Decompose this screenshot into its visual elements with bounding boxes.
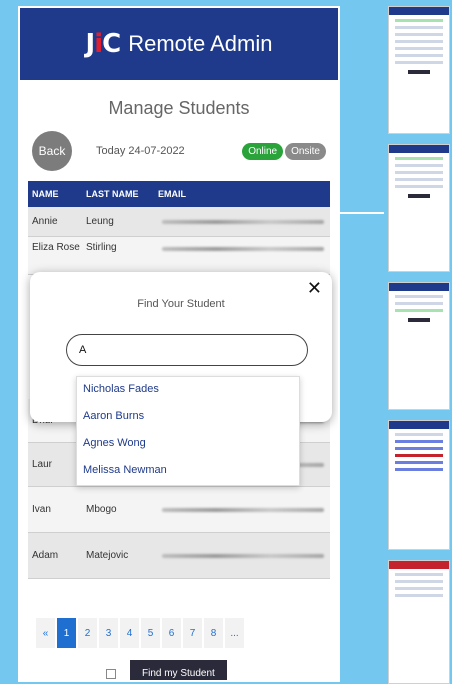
cell-email-redacted bbox=[158, 533, 330, 579]
thumb-line bbox=[395, 178, 443, 181]
thumb-line bbox=[395, 573, 443, 576]
thumb-line bbox=[395, 468, 443, 471]
thumb-line bbox=[395, 185, 443, 188]
page-more[interactable]: ... bbox=[225, 618, 244, 648]
student-search-input[interactable] bbox=[66, 334, 308, 366]
thumbnail-screen-4[interactable] bbox=[388, 420, 450, 550]
close-icon[interactable]: ✕ bbox=[307, 278, 322, 299]
select-checkbox[interactable] bbox=[106, 668, 116, 679]
thumbnail-screen-2[interactable] bbox=[388, 144, 450, 272]
thumb-line bbox=[395, 594, 443, 597]
cell-email-redacted bbox=[158, 487, 330, 533]
thumb-line bbox=[395, 61, 443, 64]
cell-name: Eliza Rose bbox=[32, 242, 80, 253]
thumb-line bbox=[395, 302, 443, 305]
back-button[interactable]: Back bbox=[32, 131, 72, 171]
thumb-line bbox=[395, 171, 443, 174]
page-prev[interactable]: « bbox=[36, 618, 55, 648]
thumb-line bbox=[395, 157, 443, 160]
thumb-line bbox=[395, 309, 443, 312]
header-last-name: LAST NAME bbox=[86, 189, 139, 199]
thumb-button bbox=[408, 70, 430, 74]
page-7[interactable]: 7 bbox=[183, 618, 202, 648]
header-email: EMAIL bbox=[158, 189, 186, 199]
page-title: Manage Students bbox=[108, 98, 250, 118]
suggestion-item[interactable]: Melissa Newman bbox=[77, 458, 299, 485]
page-4[interactable]: 4 bbox=[120, 618, 139, 648]
cell-email-redacted bbox=[158, 242, 330, 256]
cell-last-name: Stirling bbox=[86, 242, 117, 253]
table-row[interactable]: Ivan Mbogo bbox=[28, 487, 330, 533]
thumb-line bbox=[395, 54, 443, 57]
thumb-line bbox=[395, 433, 443, 436]
online-toggle[interactable]: Online bbox=[242, 142, 284, 160]
find-student-button[interactable]: Find my Student bbox=[130, 660, 227, 680]
suggestion-item[interactable]: Nicholas Fades bbox=[77, 377, 299, 404]
cell-last-name: Mbogo bbox=[86, 504, 117, 515]
thumbnail-screen-1[interactable] bbox=[388, 6, 450, 134]
page-5[interactable]: 5 bbox=[141, 618, 160, 648]
app-header: JiC Remote Admin bbox=[20, 8, 338, 80]
thumb-header bbox=[389, 561, 449, 569]
pagination: « 1 2 3 4 5 6 7 8 ... bbox=[36, 618, 244, 648]
status-chips: Online Onsite bbox=[242, 142, 326, 160]
cell-email-redacted bbox=[158, 207, 330, 237]
page-6[interactable]: 6 bbox=[162, 618, 181, 648]
thumb-line bbox=[395, 454, 443, 457]
thumb-header bbox=[389, 421, 449, 429]
thumb-line bbox=[395, 164, 443, 167]
table-header: NAME LAST NAME EMAIL bbox=[28, 181, 330, 207]
thumb-line bbox=[395, 47, 443, 50]
thumb-header bbox=[389, 145, 449, 153]
thumb-button bbox=[408, 194, 430, 198]
thumb-button bbox=[408, 318, 430, 322]
suggestion-item[interactable]: Aaron Burns bbox=[77, 404, 299, 431]
page-2[interactable]: 2 bbox=[78, 618, 97, 648]
thumbnail-screen-5[interactable] bbox=[388, 560, 450, 684]
cell-name: Ivan bbox=[32, 504, 51, 515]
page-1[interactable]: 1 bbox=[57, 618, 76, 648]
page-3[interactable]: 3 bbox=[99, 618, 118, 648]
thumb-header bbox=[389, 7, 449, 15]
onsite-toggle[interactable]: Onsite bbox=[285, 142, 326, 160]
connector-line bbox=[340, 212, 384, 214]
brand-logo: JiC bbox=[85, 29, 122, 59]
app-title: Remote Admin bbox=[128, 31, 273, 56]
thumb-line bbox=[395, 33, 443, 36]
thumb-line bbox=[395, 40, 443, 43]
cell-last-name: Matejovic bbox=[86, 550, 129, 561]
page-8[interactable]: 8 bbox=[204, 618, 223, 648]
thumb-line bbox=[395, 295, 443, 298]
thumb-line bbox=[395, 580, 443, 583]
suggestion-item[interactable]: Agnes Wong bbox=[77, 431, 299, 458]
cell-name: Adam bbox=[32, 550, 59, 561]
thumb-line bbox=[395, 587, 443, 590]
thumb-header bbox=[389, 283, 449, 291]
modal-title: Find Your Student bbox=[137, 298, 225, 310]
thumb-line bbox=[395, 26, 443, 29]
thumb-line bbox=[395, 19, 443, 22]
table-row[interactable]: Adam Matejovic bbox=[28, 533, 330, 579]
toolbar: Back Today 24-07-2022 Online Onsite bbox=[20, 131, 338, 171]
thumb-line bbox=[395, 447, 443, 450]
thumbnail-screen-3[interactable] bbox=[388, 282, 450, 410]
today-date: Today 24-07-2022 bbox=[96, 145, 185, 157]
table-row[interactable]: Eliza Rose Stirling bbox=[28, 237, 330, 275]
header-name: NAME bbox=[32, 189, 59, 199]
cell-name: Annie bbox=[32, 216, 58, 227]
footer-actions: Find my Student bbox=[106, 660, 227, 680]
thumb-line bbox=[395, 461, 443, 464]
table-row[interactable]: Annie Leung bbox=[28, 207, 330, 237]
cell-last-name: Leung bbox=[86, 216, 114, 227]
search-suggestions: Nicholas Fades Aaron Burns Agnes Wong Me… bbox=[76, 376, 300, 486]
phone-frame: JiC Remote Admin Manage Students Back To… bbox=[18, 6, 340, 682]
thumb-line bbox=[395, 440, 443, 443]
